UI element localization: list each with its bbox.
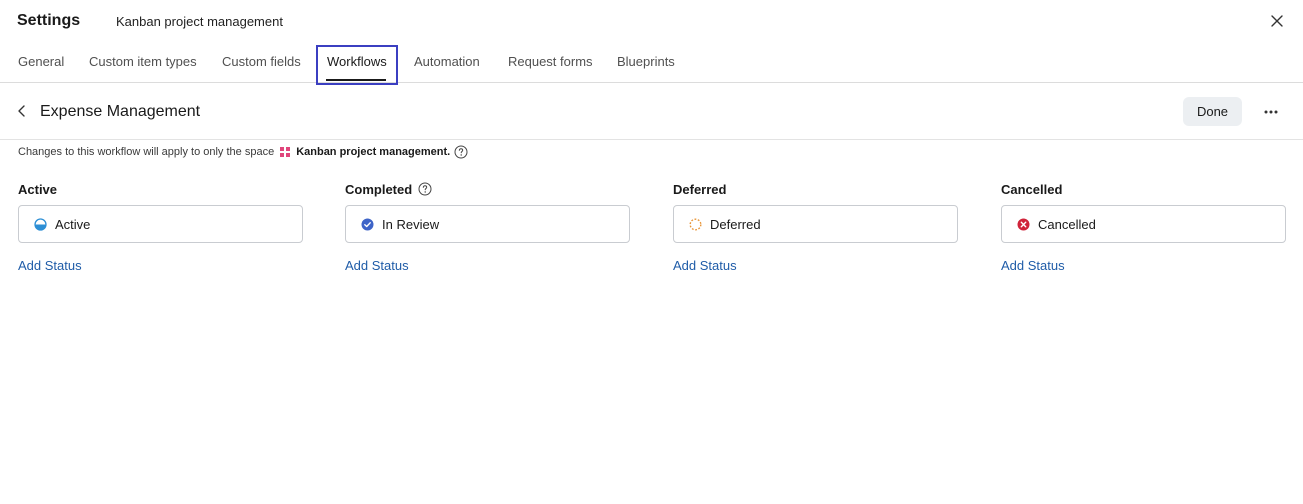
settings-title: Settings [17, 12, 81, 29]
status-item[interactable]: Cancelled [1001, 205, 1286, 243]
settings-tabs: General Custom item types Custom fields … [0, 42, 1303, 83]
tab-custom-item-types[interactable]: Custom item types [89, 54, 197, 69]
workflow-title: Expense Management [40, 103, 201, 120]
status-item[interactable]: Deferred [673, 205, 958, 243]
column-header-label: Deferred [673, 181, 727, 197]
status-column-cancelled: Cancelled Cancelled Add Status [1001, 181, 1286, 273]
column-header: Active [18, 181, 303, 197]
dashed-circle-icon [689, 217, 702, 231]
status-label: Active [55, 216, 91, 232]
help-icon[interactable] [418, 182, 432, 196]
add-status-link[interactable]: Add Status [18, 258, 82, 273]
active-tab-indicator [326, 79, 386, 81]
column-header-label: Active [18, 181, 58, 197]
status-item[interactable]: In Review [345, 205, 630, 243]
tab-blueprints[interactable]: Blueprints [617, 54, 675, 69]
workflow-header: Expense Management Done [0, 84, 1303, 140]
notice-text: Changes to this workflow will apply to o… [18, 146, 275, 158]
column-header: Cancelled [1001, 181, 1286, 197]
tab-general[interactable]: General [18, 54, 64, 69]
half-circle-icon [34, 217, 47, 231]
space-name: Kanban project management. [296, 146, 451, 158]
status-column-deferred: Deferred Deferred Add Status [673, 181, 958, 273]
status-item[interactable]: Active [18, 205, 303, 243]
status-label: In Review [382, 216, 440, 232]
done-button[interactable]: Done [1183, 97, 1242, 126]
close-icon[interactable] [1268, 12, 1286, 30]
more-horizontal-icon[interactable] [1261, 102, 1281, 122]
check-circle-icon [361, 218, 374, 230]
help-icon[interactable] [454, 145, 468, 159]
tab-automation[interactable]: Automation [414, 54, 480, 69]
add-status-link[interactable]: Add Status [345, 258, 409, 273]
tab-request-forms[interactable]: Request forms [508, 54, 593, 69]
settings-header: Settings Kanban project management [0, 0, 1303, 42]
space-icon [280, 147, 291, 157]
add-status-link[interactable]: Add Status [1001, 258, 1065, 273]
column-header: Deferred [673, 181, 958, 197]
workflow-scope-notice: Changes to this workflow will apply to o… [18, 145, 468, 159]
project-name: Kanban project management [116, 14, 283, 29]
add-status-link[interactable]: Add Status [673, 258, 737, 273]
status-label: Deferred [710, 216, 761, 232]
column-header-label: Completed [345, 181, 413, 197]
column-header-label: Cancelled [1001, 181, 1063, 197]
status-label: Cancelled [1038, 216, 1096, 232]
x-circle-icon [1017, 218, 1030, 230]
status-column-completed: Completed In Review Add Status [345, 181, 630, 273]
tab-custom-fields[interactable]: Custom fields [222, 54, 301, 69]
status-column-active: Active Active Add Status [18, 181, 303, 273]
column-header: Completed [345, 181, 630, 197]
chevron-left-icon[interactable] [14, 103, 30, 119]
